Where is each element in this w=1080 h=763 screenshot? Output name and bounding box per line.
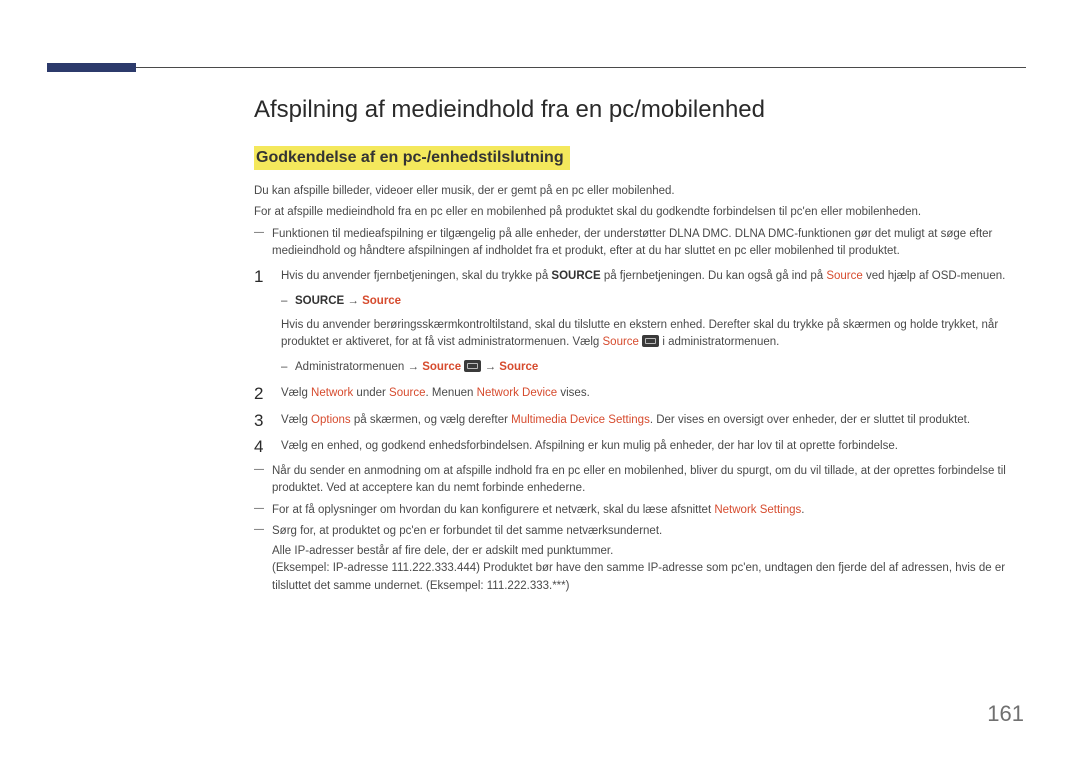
step-number: 2 [254,385,268,404]
text: Vælg [281,387,311,399]
step-2: 2 Vælg Network under Source. Menuen Netw… [254,385,1026,404]
text: Administratormenuen → [295,361,422,373]
note-dlna: Funktionen til medieafspilning er tilgæn… [254,226,1026,261]
intro-paragraph-2: For at afspille medieindhold fra en pc e… [254,204,1026,221]
text: . [801,504,804,516]
step-4: 4 Vælg en enhed, og godkend enhedsforbin… [254,438,1026,457]
subsection-heading: Godkendelse af en pc-/enhedstilslutning [254,146,570,170]
text: . Menuen [425,387,476,399]
text: Hvis du anvender berøringsskærmkontrolti… [281,319,998,349]
source-menu: Source [362,295,401,307]
source-menu: Source [422,361,461,373]
text: . Der vises en oversigt over enheder, de… [650,414,970,426]
path-source: SOURCE → Source [281,293,1026,311]
text: på skærmen, og vælg derefter [351,414,511,426]
intro-paragraph-1: Du kan afspille billeder, videoer eller … [254,183,1026,200]
ip-note-1: Alle IP-adresser består af fire dele, de… [254,543,1026,560]
source-menu: Source [603,336,639,348]
text: Vælg [281,414,311,426]
step-3: 3 Vælg Options på skærmen, og vælg deref… [254,412,1026,431]
arrow: → [344,295,362,307]
note-network-settings: For at få oplysninger om hvordan du kan … [254,502,1026,519]
step-number: 3 [254,412,268,431]
step-1: 1 Hvis du anvender fjernbetjeningen, ska… [254,268,1026,377]
source-icon [464,360,481,372]
ip-note-2: (Eksempel: IP-adresse 111.222.333.444) P… [254,560,1026,595]
arrow: → [481,361,499,373]
step-body: Vælg Network under Source. Menuen Networ… [281,385,1026,404]
source-icon [642,335,659,347]
section-marker [47,63,136,72]
footnotes: Når du sender en anmodning om at afspill… [254,463,1026,595]
text: under [353,387,389,399]
text: ved hjælp af OSD-menuen. [863,270,1006,282]
network-settings-label: Network Settings [714,504,801,516]
step-number: 1 [254,268,268,377]
path-admin: Administratormenuen → Source → Source [281,359,1026,377]
network-device-label: Network Device [477,387,558,399]
mds-label: Multimedia Device Settings [511,414,650,426]
note-subnet: Sørg for, at produktet og pc'en er forbu… [254,523,1026,540]
text: på fjernbetjeningen. Du kan også gå ind … [601,270,827,282]
options-label: Options [311,414,351,426]
text: For at få oplysninger om hvordan du kan … [272,504,714,516]
page-content: Afspilning af medieindhold fra en pc/mob… [254,96,1026,595]
header-rule [136,67,1026,68]
page-title: Afspilning af medieindhold fra en pc/mob… [254,96,1026,124]
source-menu: Source [389,387,425,399]
step-body: Hvis du anvender fjernbetjeningen, skal … [281,268,1026,377]
step-number: 4 [254,438,268,457]
page-number: 161 [987,701,1024,727]
note-request: Når du sender en anmodning om at afspill… [254,463,1026,498]
source-key: SOURCE [551,270,600,282]
step-body: Vælg Options på skærmen, og vælg derefte… [281,412,1026,431]
text: Hvis du anvender fjernbetjeningen, skal … [281,270,551,282]
source-menu: Source [826,270,862,282]
source-key: SOURCE [295,295,344,307]
text: vises. [557,387,590,399]
network-label: Network [311,387,353,399]
text: Hvis du anvender berøringsskærmkontrolti… [281,317,1026,353]
step-body: Vælg en enhed, og godkend enhedsforbinde… [281,438,1026,457]
text: i administratormenuen. [659,336,779,348]
source-menu: Source [499,361,538,373]
